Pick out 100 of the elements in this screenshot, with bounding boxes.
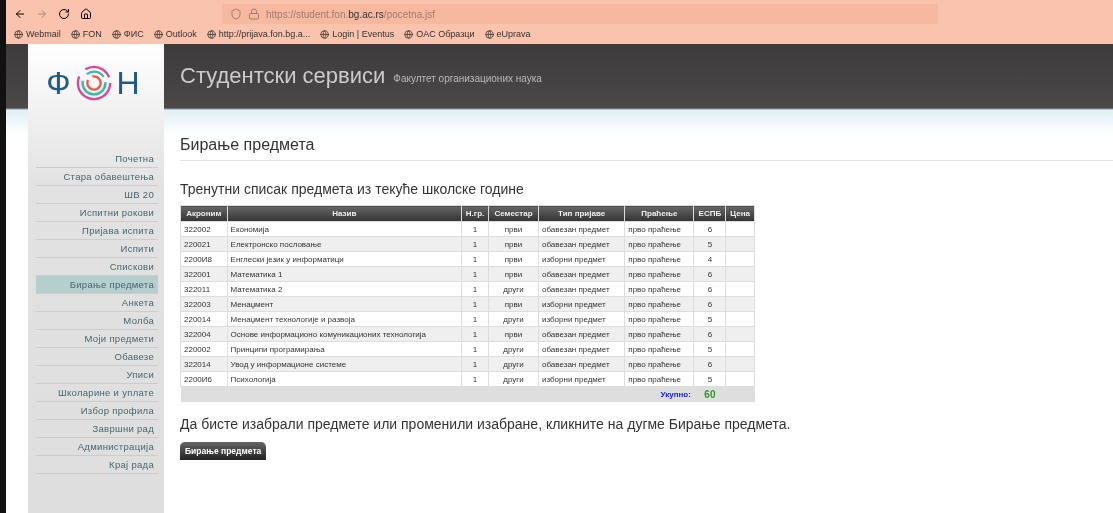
table-cell: 1 <box>461 296 489 312</box>
column-header: ЕСПБ <box>693 205 726 222</box>
sidebar-item[interactable]: Анкета <box>36 294 158 312</box>
table-cell: Основе информационо комуникационих технологија <box>227 326 462 342</box>
table-cell: 322014 <box>180 356 228 372</box>
sidebar-item[interactable]: Бирање предмета <box>36 276 158 294</box>
column-header: Тип пријаве <box>538 205 625 222</box>
table-cell: 1 <box>461 341 489 357</box>
table-cell: прво праћење <box>624 221 694 237</box>
table-cell: први <box>488 326 539 342</box>
table-cell: Енглески језик у информатици <box>227 251 462 267</box>
sidebar-item[interactable]: Стара обавештења <box>36 168 158 186</box>
sidebar-item[interactable]: Почетна <box>36 150 158 168</box>
site-subtitle: Факултет организационих наука <box>393 73 542 84</box>
table-cell: прво праћење <box>624 371 694 387</box>
table-cell: Електронско пословање <box>227 236 462 252</box>
table-cell: 2200И6 <box>180 371 228 387</box>
sidebar-item[interactable]: Администрација <box>36 438 158 456</box>
sidebar-item[interactable]: Испитни рокови <box>36 204 158 222</box>
globe-icon <box>153 29 163 39</box>
choose-courses-button[interactable]: Бирање предмета <box>180 442 267 460</box>
table-cell <box>725 371 755 387</box>
sidebar-item[interactable]: Испити <box>36 240 158 258</box>
table-cell: 6 <box>693 266 726 282</box>
sidebar-item[interactable]: Избор профила <box>36 402 158 420</box>
globe-icon <box>111 29 121 39</box>
table-cell: обавезан предмет <box>538 221 625 237</box>
table-cell: 4 <box>693 251 726 267</box>
table-cell <box>725 341 755 357</box>
table-cell: 6 <box>693 326 726 342</box>
table-cell: 2200И8 <box>180 251 228 267</box>
sidebar-item[interactable]: Моји предмети <box>36 330 158 348</box>
table-cell: други <box>488 311 539 327</box>
table-cell: 1 <box>461 371 489 387</box>
globe-icon <box>404 29 414 39</box>
table-cell <box>725 356 755 372</box>
table-cell: 322003 <box>180 296 228 312</box>
table-cell: 1 <box>461 326 489 342</box>
table-cell: 6 <box>693 296 726 312</box>
bookmark-link[interactable]: http://prijava.fon.bg.a... <box>206 29 311 39</box>
table-cell: први <box>488 236 539 252</box>
table-cell: 1 <box>461 311 489 327</box>
table-cell: Увод у информационе системе <box>227 356 462 372</box>
table-cell: Психологија <box>227 371 462 387</box>
table-cell: 6 <box>693 281 726 297</box>
logo: Ф Н <box>45 63 141 104</box>
column-header: Семестар <box>488 205 539 222</box>
bookmark-link[interactable]: FON <box>70 29 102 39</box>
table-cell: 322004 <box>180 326 228 342</box>
table-cell: обавезан предмет <box>538 236 625 252</box>
table-cell <box>725 281 755 297</box>
table-cell: изборни предмет <box>538 371 625 387</box>
sidebar-item[interactable]: Завршни рад <box>36 420 158 438</box>
table-cell: изборни предмет <box>538 296 625 312</box>
back-icon[interactable] <box>14 8 26 20</box>
globe-icon <box>484 29 494 39</box>
table-cell: 1 <box>461 356 489 372</box>
table-cell: 220014 <box>180 311 228 327</box>
home-icon[interactable] <box>80 8 92 20</box>
reload-icon[interactable] <box>58 8 70 20</box>
table-cell: Економија <box>227 221 462 237</box>
globe-icon <box>206 29 216 39</box>
table-cell: 220002 <box>180 341 228 357</box>
rings-icon <box>74 64 113 102</box>
table-cell: Математика 1 <box>227 266 462 282</box>
table-cell: прво праћење <box>624 251 694 267</box>
table-cell: 322011 <box>180 281 228 297</box>
bookmark-link[interactable]: Outlook <box>153 29 197 39</box>
bookmark-link[interactable]: Login | Eventus <box>320 29 395 39</box>
table-cell: обавезан предмет <box>538 266 625 282</box>
table-cell: 322001 <box>180 266 228 282</box>
table-cell: обавезан предмет <box>538 281 625 297</box>
instruction-text: Да бисте изабрали предмете или променили изабране, кликните на дугме Бирање предмета. <box>180 416 792 432</box>
address-bar[interactable]: https://student.fon.bg.ac.rs/pocetna.jsf <box>222 4 938 24</box>
sidebar-item[interactable]: Пријава испита <box>36 222 158 240</box>
table-cell: 5 <box>693 236 726 252</box>
table-cell: прво праћење <box>624 326 694 342</box>
table-cell: други <box>488 281 539 297</box>
table-cell: 1 <box>461 281 489 297</box>
globe-icon <box>70 29 80 39</box>
table-cell: Менаџмент технологије и развоја <box>227 311 462 327</box>
bookmark-link[interactable]: OAC Образци <box>404 29 475 39</box>
table-cell: 5 <box>693 341 726 357</box>
bookmark-link[interactable]: Webmail <box>14 29 61 39</box>
table-cell: Менаџмент <box>227 296 462 312</box>
table-cell: обавезан предмет <box>538 326 625 342</box>
sidebar-item[interactable]: ШВ 20 <box>36 186 158 204</box>
sidebar-item[interactable]: Уписи <box>36 366 158 384</box>
sidebar-item[interactable]: Крај рада <box>36 456 158 474</box>
table-cell: 5 <box>693 371 726 387</box>
bookmark-link[interactable]: ФИС <box>111 29 144 39</box>
table-cell: други <box>488 356 539 372</box>
sidebar-item[interactable]: Школарине и уплате <box>36 384 158 402</box>
table-cell: 5 <box>693 311 726 327</box>
column-header: Н.гр. <box>461 205 489 222</box>
sidebar-item[interactable]: Обавезе <box>36 348 158 366</box>
table-cell: изборни предмет <box>538 251 625 267</box>
sidebar-item[interactable]: Молба <box>36 312 158 330</box>
bookmark-link[interactable]: eUprava <box>484 29 531 39</box>
globe-icon <box>320 29 330 39</box>
